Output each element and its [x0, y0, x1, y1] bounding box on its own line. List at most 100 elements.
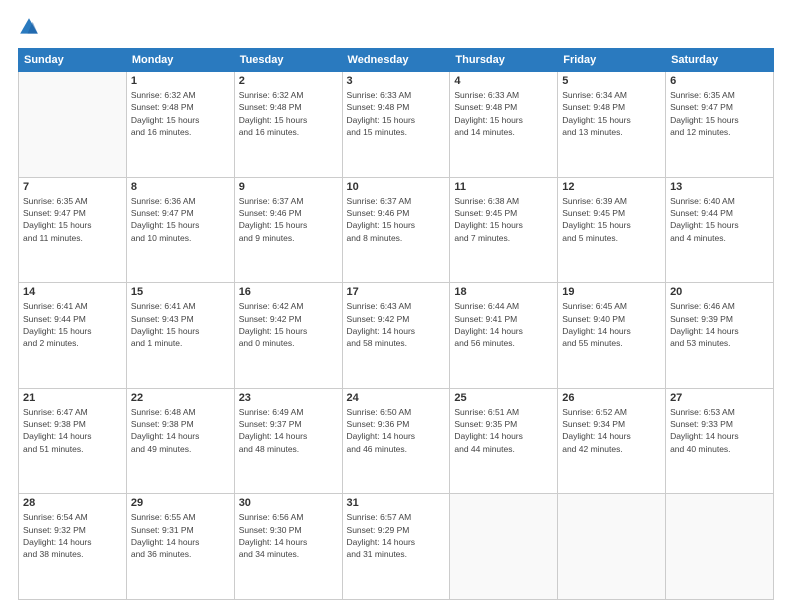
day-info: Sunrise: 6:57 AM Sunset: 9:29 PM Dayligh… [347, 511, 446, 560]
day-info: Sunrise: 6:34 AM Sunset: 9:48 PM Dayligh… [562, 89, 661, 138]
calendar-cell: 29 Sunrise: 6:55 AM Sunset: 9:31 PM Dayli… [126, 494, 234, 600]
day-info: Sunrise: 6:49 AM Sunset: 9:37 PM Dayligh… [239, 406, 338, 455]
day-number: 2 [239, 75, 338, 87]
day-number: 17 [347, 286, 446, 298]
day-number: 10 [347, 181, 446, 193]
weekday-header: Wednesday [342, 49, 450, 72]
day-number: 9 [239, 181, 338, 193]
calendar-week-row: 28 Sunrise: 6:54 AM Sunset: 9:32 PM Dayli… [19, 494, 774, 600]
calendar-body: 1 Sunrise: 6:32 AM Sunset: 9:48 PM Daylig… [19, 72, 774, 600]
day-number: 7 [23, 181, 122, 193]
day-number: 8 [131, 181, 230, 193]
day-number: 6 [670, 75, 769, 87]
day-number: 30 [239, 497, 338, 509]
day-info: Sunrise: 6:33 AM Sunset: 9:48 PM Dayligh… [347, 89, 446, 138]
day-info: Sunrise: 6:40 AM Sunset: 9:44 PM Dayligh… [670, 195, 769, 244]
calendar-cell: 28 Sunrise: 6:54 AM Sunset: 9:32 PM Dayli… [19, 494, 127, 600]
day-number: 5 [562, 75, 661, 87]
day-info: Sunrise: 6:51 AM Sunset: 9:35 PM Dayligh… [454, 406, 553, 455]
day-number: 11 [454, 181, 553, 193]
calendar-cell: 4 Sunrise: 6:33 AM Sunset: 9:48 PM Daylig… [450, 72, 558, 178]
calendar-cell [19, 72, 127, 178]
day-number: 26 [562, 392, 661, 404]
day-info: Sunrise: 6:38 AM Sunset: 9:45 PM Dayligh… [454, 195, 553, 244]
day-info: Sunrise: 6:35 AM Sunset: 9:47 PM Dayligh… [23, 195, 122, 244]
day-info: Sunrise: 6:35 AM Sunset: 9:47 PM Dayligh… [670, 89, 769, 138]
calendar-cell: 23 Sunrise: 6:49 AM Sunset: 9:37 PM Dayli… [234, 388, 342, 494]
logo-icon [18, 16, 40, 38]
calendar-week-row: 21Sunrise: 6:47 AM Sunset: 9:38 PM Dayli… [19, 388, 774, 494]
day-number: 23 [239, 392, 338, 404]
day-info: Sunrise: 6:37 AM Sunset: 9:46 PM Dayligh… [347, 195, 446, 244]
calendar-cell: 30 Sunrise: 6:56 AM Sunset: 9:30 PM Dayli… [234, 494, 342, 600]
day-number: 24 [347, 392, 446, 404]
calendar-cell: 26 Sunrise: 6:52 AM Sunset: 9:34 PM Dayli… [558, 388, 666, 494]
weekday-header: Saturday [666, 49, 774, 72]
calendar-cell [666, 494, 774, 600]
day-number: 4 [454, 75, 553, 87]
calendar-cell: 6 Sunrise: 6:35 AM Sunset: 9:47 PM Daylig… [666, 72, 774, 178]
day-info: Sunrise: 6:52 AM Sunset: 9:34 PM Dayligh… [562, 406, 661, 455]
page: SundayMondayTuesdayWednesdayThursdayFrid… [0, 0, 792, 612]
calendar-cell: 3Sunrise: 6:33 AM Sunset: 9:48 PM Daylig… [342, 72, 450, 178]
day-number: 16 [239, 286, 338, 298]
day-info: Sunrise: 6:33 AM Sunset: 9:48 PM Dayligh… [454, 89, 553, 138]
header [18, 16, 774, 38]
day-number: 27 [670, 392, 769, 404]
day-number: 21 [23, 392, 122, 404]
calendar-cell: 31 Sunrise: 6:57 AM Sunset: 9:29 PM Dayli… [342, 494, 450, 600]
day-info: Sunrise: 6:50 AM Sunset: 9:36 PM Dayligh… [347, 406, 446, 455]
weekday-header: Tuesday [234, 49, 342, 72]
day-info: Sunrise: 6:32 AM Sunset: 9:48 PM Dayligh… [131, 89, 230, 138]
calendar-cell [450, 494, 558, 600]
day-info: Sunrise: 6:41 AM Sunset: 9:43 PM Dayligh… [131, 300, 230, 349]
weekday-header: Thursday [450, 49, 558, 72]
day-info: Sunrise: 6:55 AM Sunset: 9:31 PM Dayligh… [131, 511, 230, 560]
calendar-cell: 10 Sunrise: 6:37 AM Sunset: 9:46 PM Dayli… [342, 177, 450, 283]
calendar-cell: 15 Sunrise: 6:41 AM Sunset: 9:43 PM Dayli… [126, 283, 234, 389]
day-info: Sunrise: 6:41 AM Sunset: 9:44 PM Dayligh… [23, 300, 122, 349]
calendar-cell: 20 Sunrise: 6:46 AM Sunset: 9:39 PM Dayli… [666, 283, 774, 389]
calendar-cell: 19Sunrise: 6:45 AM Sunset: 9:40 PM Dayli… [558, 283, 666, 389]
weekday-header: Friday [558, 49, 666, 72]
calendar-cell [558, 494, 666, 600]
day-info: Sunrise: 6:56 AM Sunset: 9:30 PM Dayligh… [239, 511, 338, 560]
day-number: 31 [347, 497, 446, 509]
day-number: 20 [670, 286, 769, 298]
day-info: Sunrise: 6:39 AM Sunset: 9:45 PM Dayligh… [562, 195, 661, 244]
calendar-cell: 7 Sunrise: 6:35 AM Sunset: 9:47 PM Daylig… [19, 177, 127, 283]
calendar-cell: 9 Sunrise: 6:37 AM Sunset: 9:46 PM Daylig… [234, 177, 342, 283]
calendar-cell: 5 Sunrise: 6:34 AM Sunset: 9:48 PM Daylig… [558, 72, 666, 178]
day-number: 29 [131, 497, 230, 509]
calendar-cell: 12 Sunrise: 6:39 AM Sunset: 9:45 PM Dayli… [558, 177, 666, 283]
weekday-header: Monday [126, 49, 234, 72]
calendar-cell: 2Sunrise: 6:32 AM Sunset: 9:48 PM Daylig… [234, 72, 342, 178]
day-info: Sunrise: 6:42 AM Sunset: 9:42 PM Dayligh… [239, 300, 338, 349]
weekday-header: Sunday [19, 49, 127, 72]
day-number: 14 [23, 286, 122, 298]
calendar-cell: 18 Sunrise: 6:44 AM Sunset: 9:41 PM Dayli… [450, 283, 558, 389]
calendar-week-row: 7 Sunrise: 6:35 AM Sunset: 9:47 PM Daylig… [19, 177, 774, 283]
day-info: Sunrise: 6:37 AM Sunset: 9:46 PM Dayligh… [239, 195, 338, 244]
day-number: 12 [562, 181, 661, 193]
day-info: Sunrise: 6:48 AM Sunset: 9:38 PM Dayligh… [131, 406, 230, 455]
calendar-cell: 8 Sunrise: 6:36 AM Sunset: 9:47 PM Daylig… [126, 177, 234, 283]
calendar-cell: 14 Sunrise: 6:41 AM Sunset: 9:44 PM Dayli… [19, 283, 127, 389]
day-info: Sunrise: 6:46 AM Sunset: 9:39 PM Dayligh… [670, 300, 769, 349]
day-number: 28 [23, 497, 122, 509]
day-info: Sunrise: 6:53 AM Sunset: 9:33 PM Dayligh… [670, 406, 769, 455]
day-number: 15 [131, 286, 230, 298]
day-number: 25 [454, 392, 553, 404]
day-number: 1 [131, 75, 230, 87]
weekday-row: SundayMondayTuesdayWednesdayThursdayFrid… [19, 49, 774, 72]
day-info: Sunrise: 6:43 AM Sunset: 9:42 PM Dayligh… [347, 300, 446, 349]
day-info: Sunrise: 6:54 AM Sunset: 9:32 PM Dayligh… [23, 511, 122, 560]
calendar-cell: 1 Sunrise: 6:32 AM Sunset: 9:48 PM Daylig… [126, 72, 234, 178]
calendar-cell: 11 Sunrise: 6:38 AM Sunset: 9:45 PM Dayli… [450, 177, 558, 283]
day-info: Sunrise: 6:36 AM Sunset: 9:47 PM Dayligh… [131, 195, 230, 244]
calendar-cell: 21Sunrise: 6:47 AM Sunset: 9:38 PM Dayli… [19, 388, 127, 494]
day-info: Sunrise: 6:45 AM Sunset: 9:40 PM Dayligh… [562, 300, 661, 349]
calendar-cell: 16 Sunrise: 6:42 AM Sunset: 9:42 PM Dayli… [234, 283, 342, 389]
day-info: Sunrise: 6:44 AM Sunset: 9:41 PM Dayligh… [454, 300, 553, 349]
day-number: 18 [454, 286, 553, 298]
